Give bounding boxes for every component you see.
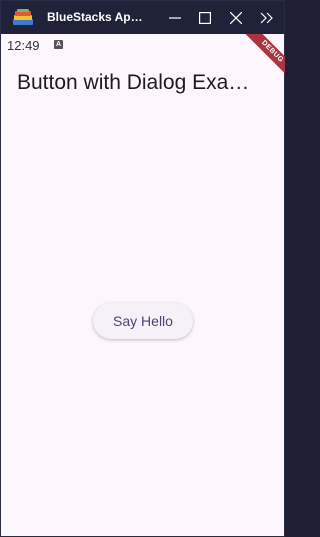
expand-sidebar-button[interactable]	[256, 7, 278, 29]
close-button[interactable]	[225, 7, 247, 29]
minimize-button[interactable]	[164, 7, 186, 29]
say-hello-button[interactable]: Say Hello	[93, 303, 193, 339]
maximize-button[interactable]	[194, 7, 216, 29]
window-titlebar: BlueStacks Ap…	[1, 1, 284, 34]
notification-icon: A	[54, 40, 63, 49]
debug-banner-label: DEBUG	[243, 34, 285, 81]
bluestacks-logo-icon	[12, 9, 34, 27]
status-time: 12:49	[7, 38, 40, 53]
app-window: BlueStacks Ap… 12:49 A DEBUG Button with…	[0, 0, 285, 537]
page-title: Button with Dialog Exa…	[17, 71, 250, 94]
window-title: BlueStacks Ap…	[47, 10, 143, 24]
